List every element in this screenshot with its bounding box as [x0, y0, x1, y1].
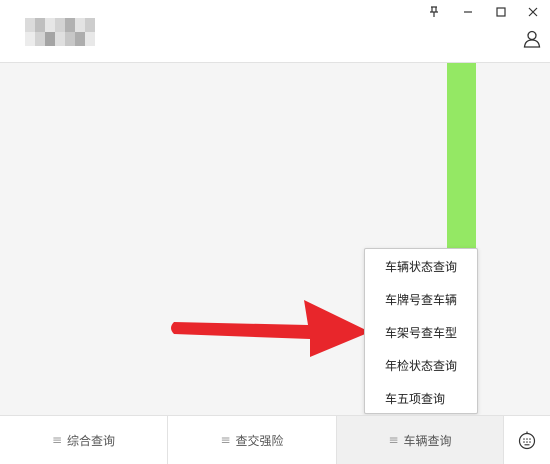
menu-item-plate-lookup[interactable]: 车牌号查车辆	[365, 284, 477, 317]
tab-comprehensive-query[interactable]: ≡ 综合查询	[0, 416, 168, 464]
title-bar	[0, 0, 550, 63]
menu-item-vin-model-lookup[interactable]: 车架号查车型	[365, 317, 477, 350]
tab-label: 综合查询	[67, 433, 116, 448]
green-indicator-bar	[447, 63, 476, 253]
menu-icon: ≡	[388, 433, 399, 447]
pin-icon[interactable]	[420, 0, 448, 24]
menu-item-vehicle-status[interactable]: 车辆状态查询	[365, 251, 477, 284]
bottom-tab-bar: ≡ 综合查询 ≡ 查交强险 ≡ 车辆查询	[0, 415, 550, 464]
tab-compulsory-insurance[interactable]: ≡ 查交强险	[168, 416, 337, 464]
vehicle-query-dropdown: 车辆状态查询 车牌号查车辆 车架号查车型 年检状态查询 车五项查询	[364, 248, 478, 414]
tab-label: 车辆查询	[403, 433, 452, 448]
menu-icon: ≡	[220, 433, 231, 447]
app-logo-blurred	[25, 18, 95, 46]
tab-vehicle-query[interactable]: ≡ 车辆查询	[337, 416, 504, 464]
keyboard-icon[interactable]	[504, 416, 550, 464]
menu-item-inspection-status[interactable]: 年检状态查询	[365, 350, 477, 383]
minimize-icon[interactable]	[454, 0, 482, 24]
maximize-icon[interactable]	[487, 0, 515, 24]
close-icon[interactable]	[519, 0, 547, 24]
user-icon[interactable]	[520, 27, 544, 51]
menu-item-five-items[interactable]: 车五项查询	[365, 383, 477, 416]
menu-icon: ≡	[51, 433, 63, 447]
tab-label: 查交强险	[235, 433, 284, 448]
